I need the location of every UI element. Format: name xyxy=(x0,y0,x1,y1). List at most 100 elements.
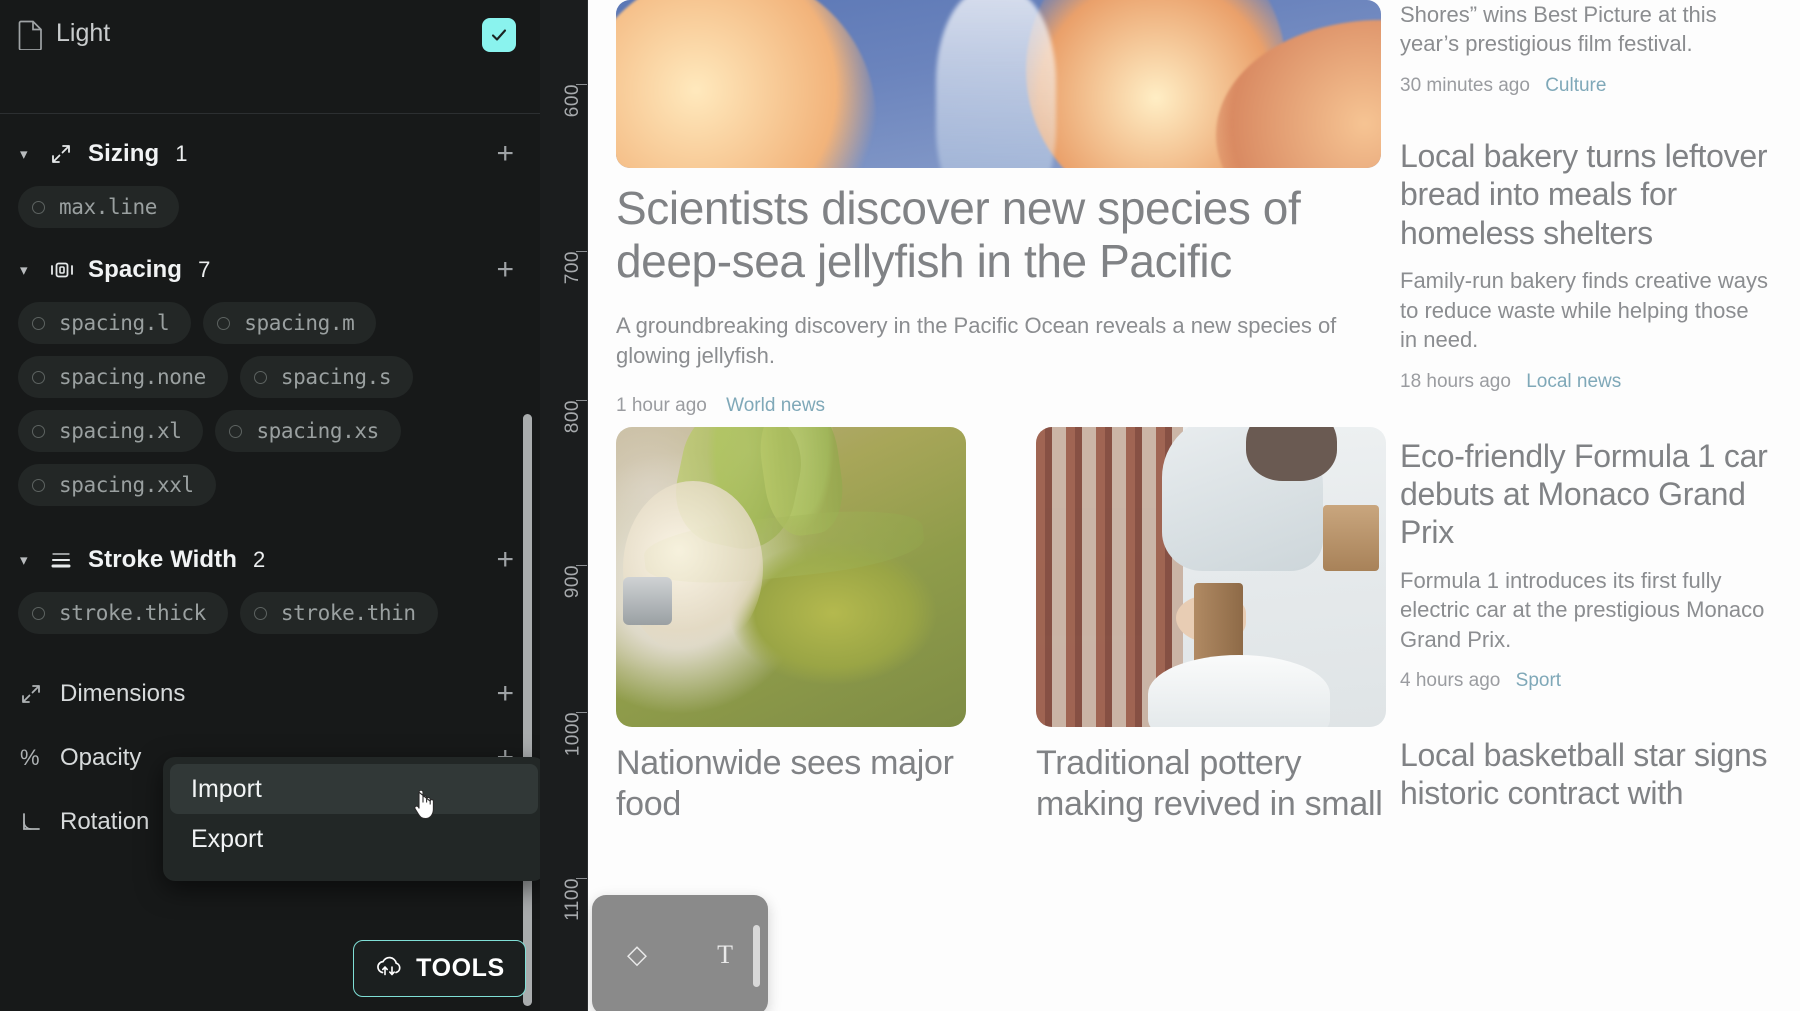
token-chip[interactable]: spacing.m xyxy=(203,302,377,344)
aside-category-link[interactable]: Sport xyxy=(1516,670,1561,691)
add-token-button[interactable]: + xyxy=(496,545,514,575)
token-chip-list-sizing: max.line xyxy=(0,186,540,238)
chevron-down-icon[interactable]: ▾ xyxy=(20,263,38,278)
canvas-mini-toolbar[interactable]: ◇ T xyxy=(592,895,768,1011)
token-dot-icon xyxy=(32,200,45,214)
token-dot-icon xyxy=(253,370,267,384)
group-header-sizing[interactable]: ▾ Sizing 1 + xyxy=(0,122,540,186)
token-dot-icon xyxy=(32,316,45,330)
check-icon xyxy=(491,29,507,41)
group-name: Stroke Width xyxy=(88,546,237,573)
token-dot-icon xyxy=(253,606,267,620)
news-card[interactable]: Nationwide sees major food xyxy=(616,427,966,825)
import-export-context-menu: Import Export xyxy=(163,757,540,881)
spacing-icon xyxy=(50,259,76,281)
tools-button-label: TOOLS xyxy=(416,954,505,982)
token-chip-label: max.line xyxy=(59,195,157,219)
light-theme-checkbox[interactable] xyxy=(482,18,516,52)
hero-category-link[interactable]: World news xyxy=(726,395,825,416)
ruler-label: 900 xyxy=(562,565,583,599)
aside-item[interactable]: Local bakery turns leftover bread into m… xyxy=(1400,137,1770,393)
aside-body: Shores” wins Best Picture at this year’s… xyxy=(1400,2,1717,57)
stroke-lines-icon xyxy=(50,550,76,570)
token-chip[interactable]: spacing.none xyxy=(18,356,228,398)
app-root: Scientists discover new species of deep-… xyxy=(0,0,1800,1011)
hero-headline[interactable]: Scientists discover new species of deep-… xyxy=(616,182,1362,289)
news-main-column: Scientists discover new species of deep-… xyxy=(600,0,1400,1011)
aside-item[interactable]: Eco-friendly Formula 1 car debuts at Mon… xyxy=(1400,437,1770,693)
chevron-down-icon[interactable]: ▾ xyxy=(20,553,38,568)
aside-body: Formula 1 introduces its first fully ele… xyxy=(1400,567,1765,652)
aside-title[interactable]: Local bakery turns leftover bread into m… xyxy=(1400,137,1770,252)
group-header-stroke-width[interactable]: ▾ Stroke Width 2 + xyxy=(0,528,540,592)
aside-meta: 4 hours ago Sport xyxy=(1400,670,1770,692)
token-chip-list-spacing: spacing.l spacing.m spacing.none spacing… xyxy=(0,302,540,516)
aside-item-clipped[interactable]: Shores” wins Best Picture at this year’s… xyxy=(1400,0,1770,97)
aside-timestamp: 18 hours ago xyxy=(1400,370,1511,392)
document-icon xyxy=(18,20,44,55)
aside-item[interactable]: Local basketball star signs historic con… xyxy=(1400,736,1770,813)
row-label: Dimensions xyxy=(60,680,186,707)
resize-arrows-icon xyxy=(50,143,76,165)
token-chip-label: spacing.none xyxy=(59,365,206,389)
token-dot-icon xyxy=(217,316,231,330)
row-dimensions[interactable]: Dimensions + xyxy=(0,662,540,726)
token-chip[interactable]: spacing.xl xyxy=(18,410,204,452)
token-chip[interactable]: spacing.xxl xyxy=(18,464,216,506)
cloud-sync-icon xyxy=(374,953,404,984)
row-label: Rotation xyxy=(60,808,150,835)
card-title[interactable]: Traditional pottery making revived in sm… xyxy=(1036,743,1386,825)
token-chip[interactable]: spacing.l xyxy=(18,302,192,344)
token-chip-label: spacing.s xyxy=(280,365,392,389)
group-count: 1 xyxy=(175,141,188,166)
aside-meta: 18 hours ago Local news xyxy=(1400,371,1770,393)
token-chip-label: spacing.xxl xyxy=(59,473,194,497)
aside-meta: 30 minutes ago Culture xyxy=(1400,75,1770,97)
token-chip[interactable]: spacing.xs xyxy=(215,410,401,452)
aside-title[interactable]: Eco-friendly Formula 1 car debuts at Mon… xyxy=(1400,437,1770,552)
news-card[interactable]: Traditional pottery making revived in sm… xyxy=(1036,427,1386,825)
text-tool-icon[interactable]: T xyxy=(717,940,733,970)
token-chip[interactable]: stroke.thin xyxy=(239,592,438,634)
news-card-row: Nationwide sees major food Traditional p… xyxy=(616,427,1386,825)
token-chip-label: stroke.thin xyxy=(280,601,416,625)
group-name: Sizing xyxy=(88,140,160,167)
aside-title[interactable]: Local basketball star signs historic con… xyxy=(1400,736,1770,813)
ruler-label: 1100 xyxy=(562,878,583,921)
chevron-down-icon[interactable]: ▾ xyxy=(20,147,38,162)
token-chip[interactable]: max.line xyxy=(18,186,179,228)
aside-category-link[interactable]: Culture xyxy=(1545,75,1606,96)
mini-scrollbar[interactable] xyxy=(753,925,760,987)
hero-meta: 1 hour ago World news xyxy=(616,395,1362,417)
add-token-button[interactable]: + xyxy=(496,255,514,285)
token-chip[interactable]: spacing.s xyxy=(239,356,414,398)
token-dot-icon xyxy=(32,606,45,620)
ruler-label: 700 xyxy=(562,251,583,285)
token-chip-label: spacing.l xyxy=(59,311,170,335)
token-chip-label: spacing.xl xyxy=(59,419,182,443)
panel-vertical-scrollbar[interactable] xyxy=(523,414,532,1006)
token-chip-label: spacing.m xyxy=(244,311,355,335)
aside-body: Family-run bakery finds creative ways to… xyxy=(1400,268,1769,353)
group-count: 2 xyxy=(253,547,266,572)
hero-image-jellyfish xyxy=(616,0,1381,168)
vertical-ruler: 600 700 800 900 1000 1100 xyxy=(540,0,588,1011)
droplet-icon[interactable]: ◇ xyxy=(627,940,647,970)
row-label: Opacity xyxy=(60,744,142,771)
add-token-button[interactable]: + xyxy=(496,679,514,709)
ruler-label: 800 xyxy=(562,400,583,434)
aside-category-link[interactable]: Local news xyxy=(1526,371,1621,392)
tools-button[interactable]: TOOLS xyxy=(353,940,526,997)
hero-timestamp: 1 hour ago xyxy=(616,395,707,417)
token-chip[interactable]: stroke.thick xyxy=(18,592,228,634)
group-name: Spacing xyxy=(88,256,183,283)
aside-timestamp: 30 minutes ago xyxy=(1400,74,1530,96)
token-dot-icon xyxy=(32,370,45,384)
card-title[interactable]: Nationwide sees major food xyxy=(616,743,966,825)
menu-item-import[interactable]: Import xyxy=(170,764,538,814)
panel-title: Light xyxy=(56,19,111,47)
group-header-spacing[interactable]: ▾ Spacing 7 + xyxy=(0,238,540,302)
card-image-pasta xyxy=(616,427,966,728)
add-token-button[interactable]: + xyxy=(496,139,514,169)
menu-item-export[interactable]: Export xyxy=(170,814,538,864)
